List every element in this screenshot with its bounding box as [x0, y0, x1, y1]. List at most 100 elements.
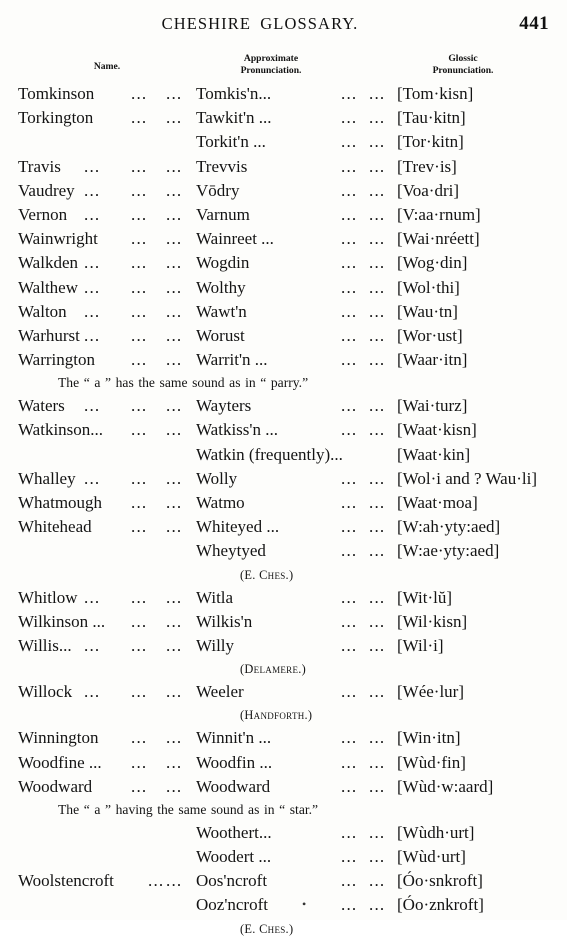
entry-approximate-pronunciation: Tomkis'n... — [196, 84, 272, 103]
glossary-row: Winnington Winnit'n ... [Win·itn].........… — [0, 726, 567, 750]
dot-leader: ... — [131, 493, 148, 512]
dot-leader: ... — [166, 253, 183, 273]
dot-leader: ... — [84, 468, 101, 488]
entry-approximate-pronunciation: Winnit'n ... — [196, 728, 272, 748]
entry-glossic-pronunciation: [Waat·moa] — [397, 493, 478, 512]
entry-name: Torkington — [18, 108, 94, 128]
dot-leader: ... — [131, 108, 148, 128]
glossary-row: Tomkinson Tomkis'n... [Tom·kisn]..........… — [0, 82, 567, 106]
dot-leader: ... — [341, 541, 358, 561]
footnote-annotation-text: The “ a ” having the same sound as in “ … — [58, 801, 319, 817]
dot-leader: ... — [341, 776, 358, 796]
locality-label: (E. Ches.) — [0, 918, 567, 940]
dot-leader: ... — [341, 325, 358, 345]
dot-leader: ... — [369, 132, 386, 152]
entry-name: Whitlow — [18, 587, 78, 607]
dot-leader: ... — [131, 396, 148, 416]
dot-leader: ... — [369, 895, 386, 915]
entry-approximate-pronunciation: Woodert ... — [196, 847, 272, 867]
dot-leader: ... — [341, 871, 358, 891]
entry-glossic-pronunciation: [Tau·kitn] — [397, 108, 466, 128]
entry-glossic-pronunciation: [Óo·znkroft] — [397, 895, 484, 915]
entry-approximate-pronunciation: Watkiss'n ... — [196, 420, 278, 440]
dot-leader: ... — [369, 776, 386, 796]
dot-leader: ... — [341, 635, 358, 655]
entry-glossic-pronunciation: [Wit·lŭ] — [397, 587, 453, 607]
dot-leader: ... — [131, 420, 148, 440]
entry-approximate-pronunciation: Wheytyed — [196, 541, 266, 561]
dot-leader: ... — [131, 468, 148, 488]
entry-approximate-pronunciation: Witla — [196, 587, 234, 607]
dot-leader: ... — [369, 752, 386, 772]
dot-leader: ... — [341, 822, 358, 842]
dot-leader: ... — [341, 682, 358, 702]
dot-leader: ... — [369, 277, 386, 297]
dot-leader: ... — [369, 517, 386, 537]
entry-approximate-pronunciation: Weeler — [196, 682, 244, 702]
dot-leader: ... — [166, 156, 183, 176]
dot-leader: ... — [131, 752, 148, 772]
entry-glossic-pronunciation: [V:aa·rnum] — [397, 204, 481, 224]
dot-leader: ... — [341, 253, 358, 273]
dot-leader: ... — [84, 682, 101, 702]
entry-approximate-pronunciation: Willy — [196, 635, 235, 655]
glossary-row: Wilkinson ... Wilkis'n [Wil·kisn].........… — [0, 610, 567, 634]
dot-leader: ... — [341, 493, 358, 512]
entry-approximate-pronunciation: Woothert... — [196, 822, 272, 842]
entry-approximate-pronunciation: Oos'ncroft — [196, 871, 268, 891]
dot-leader: ... — [131, 277, 148, 297]
glossary-row: Travis Trevvis [Trev·is]............... — [0, 155, 567, 179]
entry-glossic-pronunciation: [Win·itn] — [397, 728, 461, 748]
glossary-row: Torkington Tawkit'n ... [Tau·kitn]........… — [0, 106, 567, 130]
column-header-glossic-pronunciation: Glossic Pronunciation. — [388, 53, 538, 76]
entry-glossic-pronunciation: [W:ae·yty:aed] — [397, 541, 500, 561]
glossary-entries: Tomkinson Tomkis'n... [Tom·kisn]..........… — [0, 82, 567, 940]
dot-leader: ... — [166, 611, 183, 631]
entry-name: Walton — [18, 301, 67, 321]
glossary-row: Whitlow Witla [Wit·lŭ]............... — [0, 586, 567, 610]
dot-leader: ... — [369, 635, 386, 655]
dot-leader: ... — [166, 229, 183, 249]
dot-leader: ... — [369, 180, 386, 200]
glossary-page: CHESHIRE GLOSSARY. 441 Name. Approximate… — [0, 0, 567, 936]
dot-leader: ... — [166, 635, 183, 655]
glossary-row: Wainwright Wainreet ... [Wai·nréett]......… — [0, 227, 567, 251]
dot-leader: ... — [369, 468, 386, 488]
entry-approximate-pronunciation: Wogdin — [196, 253, 250, 273]
entry-glossic-pronunciation: [Wil·i] — [397, 635, 444, 655]
entry-name: Woodward — [18, 776, 93, 796]
dot-leader: ... — [341, 517, 358, 537]
glossary-row: Vernon Varnum [V:aa·rnum]............... — [0, 203, 567, 227]
entry-approximate-pronunciation: Whiteyed ... — [196, 517, 280, 537]
entry-name: Winnington — [18, 728, 99, 748]
dot-leader: ... — [369, 350, 386, 370]
glossary-row: Walton Wawt'n [Wau·tn]............... — [0, 300, 567, 324]
entry-approximate-pronunciation: Wolthy — [196, 277, 246, 297]
entry-glossic-pronunciation: [Wùdh·urt] — [397, 822, 475, 842]
dot-leader: ... — [84, 301, 101, 321]
entry-approximate-pronunciation: Wainreet ... — [196, 229, 274, 249]
entry-approximate-pronunciation: Varnum — [196, 204, 250, 224]
locality-label-text: (Delamere.) — [240, 662, 307, 677]
entry-glossic-pronunciation: [Wog·din] — [397, 253, 468, 273]
entry-approximate-pronunciation: Wolly — [196, 468, 238, 488]
dot-leader: ... — [341, 752, 358, 772]
locality-label-text: (Handforth.) — [240, 708, 313, 723]
entry-glossic-pronunciation: [Waat·kisn] — [397, 420, 477, 440]
page-number: 441 — [519, 13, 549, 34]
locality-label: (Handforth.) — [0, 704, 567, 726]
entry-glossic-pronunciation: [Wol·i and ? Wau·li] — [397, 468, 537, 488]
entry-glossic-pronunciation: [Wol·thi] — [397, 277, 460, 297]
dot-leader: ... — [341, 847, 358, 867]
entry-glossic-pronunciation: [Tom·kisn] — [397, 84, 474, 103]
entry-approximate-pronunciation: Torkit'n ... — [196, 132, 266, 152]
dot-leader: ... — [341, 180, 358, 200]
dot-leader: ... — [369, 325, 386, 345]
entry-name: Woolstencroft — [18, 871, 114, 891]
dot-leader: ... — [148, 871, 165, 891]
dot-leader: ... — [369, 253, 386, 273]
dot-leader: ... — [369, 587, 386, 607]
dot-leader: ... — [166, 871, 183, 891]
dot-leader: ... — [131, 517, 148, 537]
dot-leader: ... — [369, 204, 386, 224]
